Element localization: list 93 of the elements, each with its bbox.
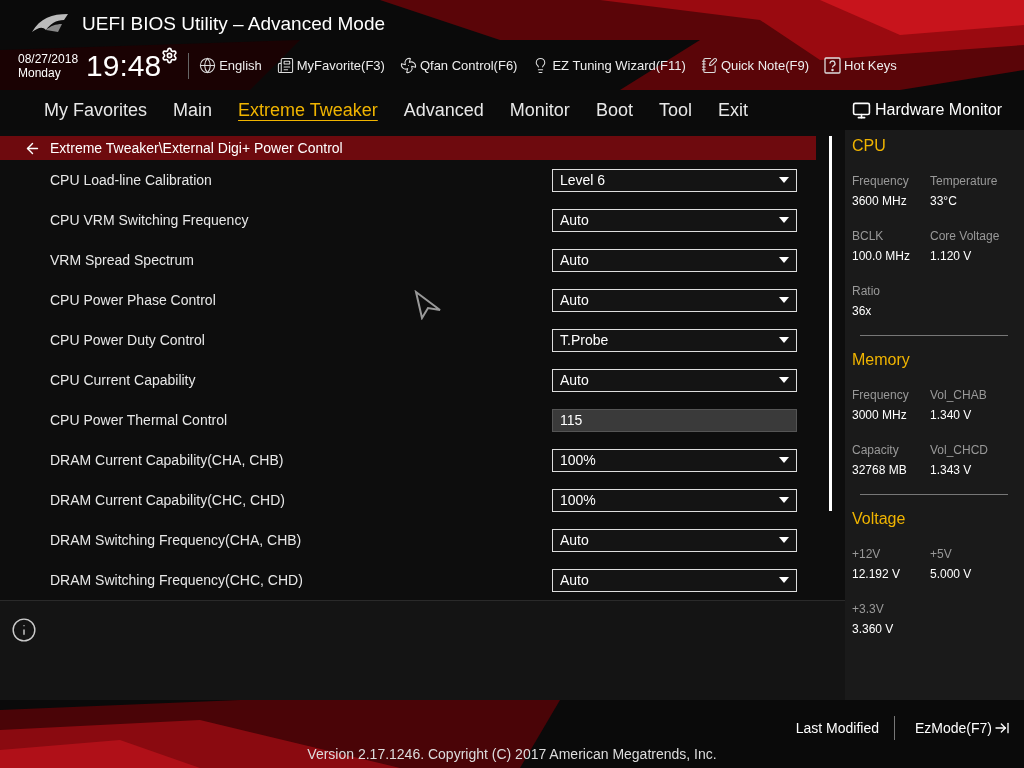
sensor-label: Temperature — [930, 173, 999, 190]
setting-dropdown[interactable]: Auto — [552, 288, 797, 312]
dropdown-caret-icon — [779, 457, 789, 463]
sensor-label: BCLK — [852, 228, 885, 245]
toolbar-button[interactable]: EZ Tuning Wizard(F11) — [532, 55, 686, 76]
menu-tab[interactable]: Tool — [658, 96, 692, 124]
dropdown-caret-icon — [779, 377, 789, 383]
sensor-label: +3.3V — [852, 601, 885, 618]
window-title: UEFI BIOS Utility – Advanced Mode — [82, 12, 386, 36]
toolbar-button[interactable]: English — [199, 55, 262, 76]
ez-mode-button[interactable]: EzMode(F7) — [894, 717, 1010, 739]
sensor-value: 100.0 MHz — [852, 248, 912, 265]
dropdown-caret-icon — [779, 577, 789, 583]
mouse-pointer-icon — [414, 290, 442, 320]
setting-label: DRAM Switching Frequency(CHA, CHB) — [50, 530, 302, 550]
toolbar-button[interactable]: Qfan Control(F6) — [399, 55, 518, 76]
date-text: 08/27/2018 — [18, 51, 79, 66]
section-title: CPU — [852, 136, 887, 156]
setting-label: DRAM Current Capability(CHC, CHD) — [50, 490, 285, 510]
setting-dropdown[interactable]: Auto — [552, 368, 797, 392]
setting-label: CPU VRM Switching Frequency — [50, 210, 249, 230]
setting-dropdown[interactable]: Level 6 — [552, 168, 797, 192]
setting-label: CPU Current Capability — [50, 370, 196, 390]
toolbar-button[interactable]: Quick Note(F9) — [700, 55, 809, 76]
dropdown-caret-icon — [779, 337, 789, 343]
setting-dropdown[interactable]: Auto — [552, 528, 797, 552]
dropdown-caret-icon — [779, 217, 789, 223]
setting-label: CPU Power Duty Control — [50, 330, 205, 350]
sensor-value: 32768 MB — [852, 462, 908, 479]
clock-time: 19:48 — [86, 50, 162, 81]
menu-tab[interactable]: Main — [173, 96, 213, 124]
breadcrumb-path: Extreme Tweaker\External Digi+ Power Control — [50, 138, 343, 158]
sensor-value: 5.000 V — [930, 566, 973, 583]
panel-title: Hardware Monitor — [875, 100, 1003, 120]
sensor-value: 36x — [852, 303, 873, 320]
fan-icon — [399, 57, 417, 74]
section-title: Voltage — [852, 509, 907, 529]
sensor-label: Ratio — [852, 283, 881, 300]
sensor-value: 1.340 V — [930, 407, 973, 424]
monitor-icon — [852, 100, 871, 120]
dropdown-caret-icon — [779, 537, 789, 543]
toolbar-button[interactable]: Hot Keys — [824, 55, 897, 76]
sensor-label: +5V — [930, 546, 953, 563]
setting-input-field[interactable]: 115 — [552, 408, 797, 432]
scrollbar-thumb[interactable] — [829, 136, 832, 511]
setting-dropdown[interactable]: Auto — [552, 248, 797, 272]
menu-tab[interactable]: My Favorites — [44, 96, 148, 124]
sensor-value: 3600 MHz — [852, 193, 908, 210]
setting-label: DRAM Current Capability(CHA, CHB) — [50, 450, 284, 470]
sensor-label: Vol_CHCD — [930, 442, 990, 459]
setting-label: DRAM Switching Frequency(CHC, CHD) — [50, 570, 303, 590]
exit-icon — [994, 720, 1010, 736]
sensor-value: 3000 MHz — [852, 407, 908, 424]
day-text: Monday — [18, 65, 62, 80]
sensor-value: 3.360 V — [852, 621, 895, 638]
setting-label: CPU Power Phase Control — [50, 290, 216, 310]
sensor-value: 1.343 V — [930, 462, 973, 479]
sensor-label: Vol_CHAB — [930, 387, 988, 404]
menu-tab[interactable]: Boot — [595, 96, 633, 124]
menu-tab[interactable]: Exit — [717, 96, 748, 124]
setting-dropdown[interactable]: Auto — [552, 568, 797, 592]
menu-tab[interactable]: Monitor — [509, 96, 570, 124]
globe-icon — [199, 57, 217, 74]
setting-label: CPU Load-line Calibration — [50, 170, 212, 190]
setting-dropdown[interactable]: Auto — [552, 208, 797, 232]
notepad-icon — [700, 57, 718, 74]
help-icon — [824, 57, 841, 74]
menu-tab[interactable]: Extreme Tweaker — [238, 96, 378, 124]
section-title: Memory — [852, 350, 911, 370]
sensor-label: Frequency — [852, 173, 910, 190]
setting-label: CPU Power Thermal Control — [50, 410, 228, 430]
dropdown-caret-icon — [779, 297, 789, 303]
setting-label: VRM Spread Spectrum — [50, 250, 194, 270]
toolbar-button[interactable]: MyFavorite(F3) — [276, 55, 385, 76]
version-text: Version 2.17.1246. Copyright (C) 2017 American Megatrends, Inc. — [307, 745, 717, 764]
sensor-label: Core Voltage — [930, 228, 1001, 245]
sensor-label: Frequency — [852, 387, 910, 404]
setting-dropdown[interactable]: 100% — [552, 448, 797, 472]
last-modified-button[interactable]: Last Modified — [795, 717, 894, 739]
dropdown-caret-icon — [779, 497, 789, 503]
setting-dropdown[interactable]: 100% — [552, 488, 797, 512]
sensor-label: +12V — [852, 546, 882, 563]
menu-tab[interactable]: Advanced — [403, 96, 484, 124]
sensor-label: Capacity — [852, 442, 900, 459]
dropdown-caret-icon — [779, 257, 789, 263]
list-icon — [276, 57, 294, 74]
settings-icon[interactable] — [161, 46, 179, 64]
sensor-value: 12.192 V — [852, 566, 902, 583]
sensor-value: 1.120 V — [930, 248, 973, 265]
sensor-value: 33°C — [930, 193, 958, 210]
info-icon — [11, 617, 37, 643]
setting-dropdown[interactable]: T.Probe — [552, 328, 797, 352]
dropdown-caret-icon — [779, 177, 789, 183]
